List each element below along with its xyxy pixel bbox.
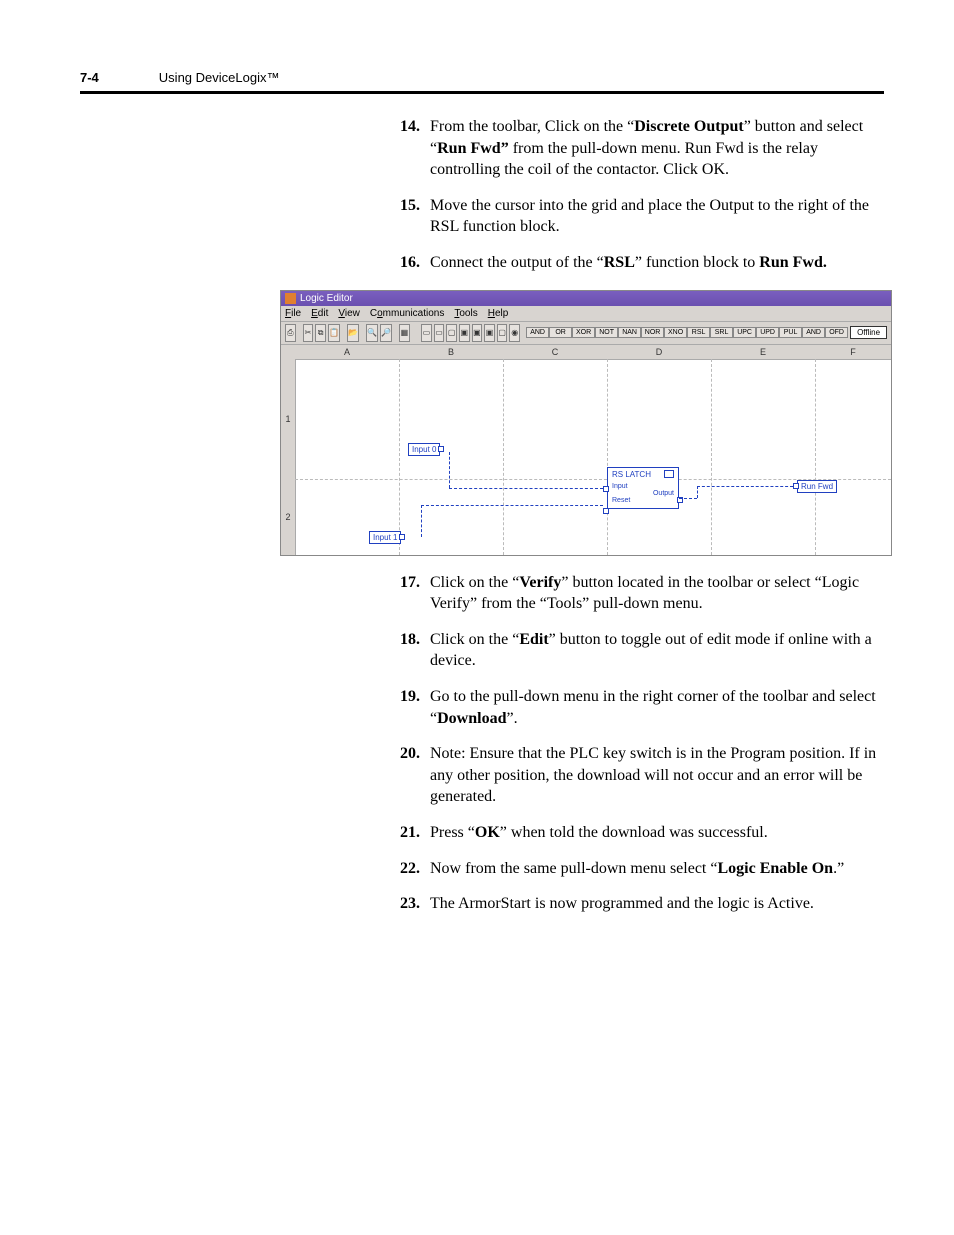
wire	[697, 486, 793, 487]
logic-upc[interactable]: UPC	[733, 327, 756, 338]
logic-xno[interactable]: XNO	[664, 327, 687, 338]
wire	[449, 488, 603, 489]
block-menu-icon[interactable]	[664, 470, 674, 478]
cut-icon[interactable]: ✂	[303, 324, 314, 342]
steps-after-figure: 17.Click on the “Verify” button located …	[400, 572, 884, 915]
logic-pul[interactable]: PUL	[779, 327, 802, 338]
step-22: 22.Now from the same pull-down menu sele…	[400, 858, 884, 880]
page-number: 7-4	[80, 70, 99, 85]
step-20: 20.Note: Ensure that the PLC key switch …	[400, 743, 884, 808]
input-0-block[interactable]: Input 0	[408, 443, 440, 456]
block-icon[interactable]: ▭	[434, 324, 445, 342]
row-1: 1	[281, 359, 296, 480]
logic-ofd[interactable]: OFD	[825, 327, 848, 338]
logic-editor-figure: Logic Editor File Edit View Communicatio…	[280, 290, 892, 556]
app-icon	[285, 293, 296, 304]
header-title: Using DeviceLogix™	[159, 70, 280, 85]
rs-latch-block[interactable]: RS LATCH Input Output Reset	[607, 467, 679, 509]
menu-help[interactable]: Help	[488, 308, 509, 319]
step-19: 19.Go to the pull-down menu in the right…	[400, 686, 884, 729]
shape3-icon[interactable]: ▣	[472, 324, 483, 342]
menubar: File Edit View Communications Tools Help	[281, 306, 891, 322]
copy-icon[interactable]: ⧉	[315, 324, 326, 342]
pin-input: Input	[612, 483, 674, 490]
menu-communications[interactable]: Communications	[370, 308, 445, 319]
col-a: A	[295, 345, 400, 360]
grid-icon[interactable]: ▦	[399, 324, 410, 342]
steps-before-figure: 14. From the toolbar, Click on the “Disc…	[400, 116, 884, 274]
wire	[679, 498, 697, 499]
menu-view[interactable]: View	[338, 308, 360, 319]
menu-file[interactable]: File	[285, 308, 301, 319]
corner-cell	[281, 345, 296, 360]
logic-xor[interactable]: XOR	[572, 327, 595, 338]
zoom-out-icon[interactable]: 🔎	[380, 324, 392, 342]
col-e: E	[711, 345, 816, 360]
logic-upd[interactable]: UPD	[756, 327, 779, 338]
step-23: 23.The ArmorStart is now programmed and …	[400, 893, 884, 915]
logic-and[interactable]: AND	[526, 327, 549, 338]
logic-nor[interactable]: NOR	[641, 327, 664, 338]
status-select[interactable]: Offline	[850, 326, 887, 339]
shape1-icon[interactable]: ▢	[446, 324, 457, 342]
step-18: 18.Click on the “Edit” button to toggle …	[400, 629, 884, 672]
open-icon[interactable]: 📂	[347, 324, 359, 342]
logic-or[interactable]: OR	[549, 327, 572, 338]
step-16: 16. Connect the output of the “RSL” func…	[400, 252, 884, 274]
window-title: Logic Editor	[300, 293, 353, 304]
step-14: 14. From the toolbar, Click on the “Disc…	[400, 116, 884, 181]
input-1-block[interactable]: Input 1	[369, 531, 401, 544]
logic-and2[interactable]: AND	[802, 327, 825, 338]
paste-icon[interactable]: 📋	[328, 324, 340, 342]
wire	[421, 505, 422, 537]
print-icon[interactable]: ⎙	[285, 324, 296, 342]
pin-reset: Reset	[612, 497, 674, 504]
logic-not[interactable]: NOT	[595, 327, 618, 338]
col-f: F	[815, 345, 891, 360]
logic-button-group: AND OR XOR NOT NAN NOR XNO RSL SRL UPC U…	[526, 327, 848, 338]
step-15: 15. Move the cursor into the grid and pl…	[400, 195, 884, 238]
pin-output: Output	[612, 490, 674, 497]
shape2-icon[interactable]: ▣	[459, 324, 470, 342]
col-b: B	[399, 345, 504, 360]
step-21: 21.Press “OK” when told the download was…	[400, 822, 884, 844]
shape6-icon[interactable]: ◉	[509, 324, 520, 342]
col-c: C	[503, 345, 608, 360]
io-icon[interactable]: ▭	[421, 324, 432, 342]
shape4-icon[interactable]: ▣	[484, 324, 495, 342]
wire	[449, 452, 450, 488]
menu-tools[interactable]: Tools	[454, 308, 477, 319]
menu-edit[interactable]: Edit	[311, 308, 328, 319]
shape5-icon[interactable]: ▢	[497, 324, 508, 342]
logic-nan[interactable]: NAN	[618, 327, 641, 338]
zoom-in-icon[interactable]: 🔍	[366, 324, 378, 342]
run-fwd-block[interactable]: Run Fwd	[797, 480, 837, 493]
logic-srl[interactable]: SRL	[710, 327, 733, 338]
header-rule	[80, 91, 884, 94]
wire	[697, 486, 698, 498]
block-title: RS LATCH	[612, 470, 651, 479]
step-17: 17.Click on the “Verify” button located …	[400, 572, 884, 615]
toolbar: ⎙ ✂ ⧉ 📋 📂 🔍 🔎 ▦ ▭ ▭ ▢ ▣ ▣ ▣ ▢ ◉ AND OR X	[281, 322, 891, 345]
wire	[421, 505, 603, 506]
row-2: 2	[281, 479, 296, 555]
col-d: D	[607, 345, 712, 360]
window-titlebar[interactable]: Logic Editor	[281, 291, 891, 306]
grid-canvas[interactable]: A B C D E F 1 2 Input 0 Input 1 RS LATCH…	[281, 345, 891, 555]
logic-rsl[interactable]: RSL	[687, 327, 710, 338]
